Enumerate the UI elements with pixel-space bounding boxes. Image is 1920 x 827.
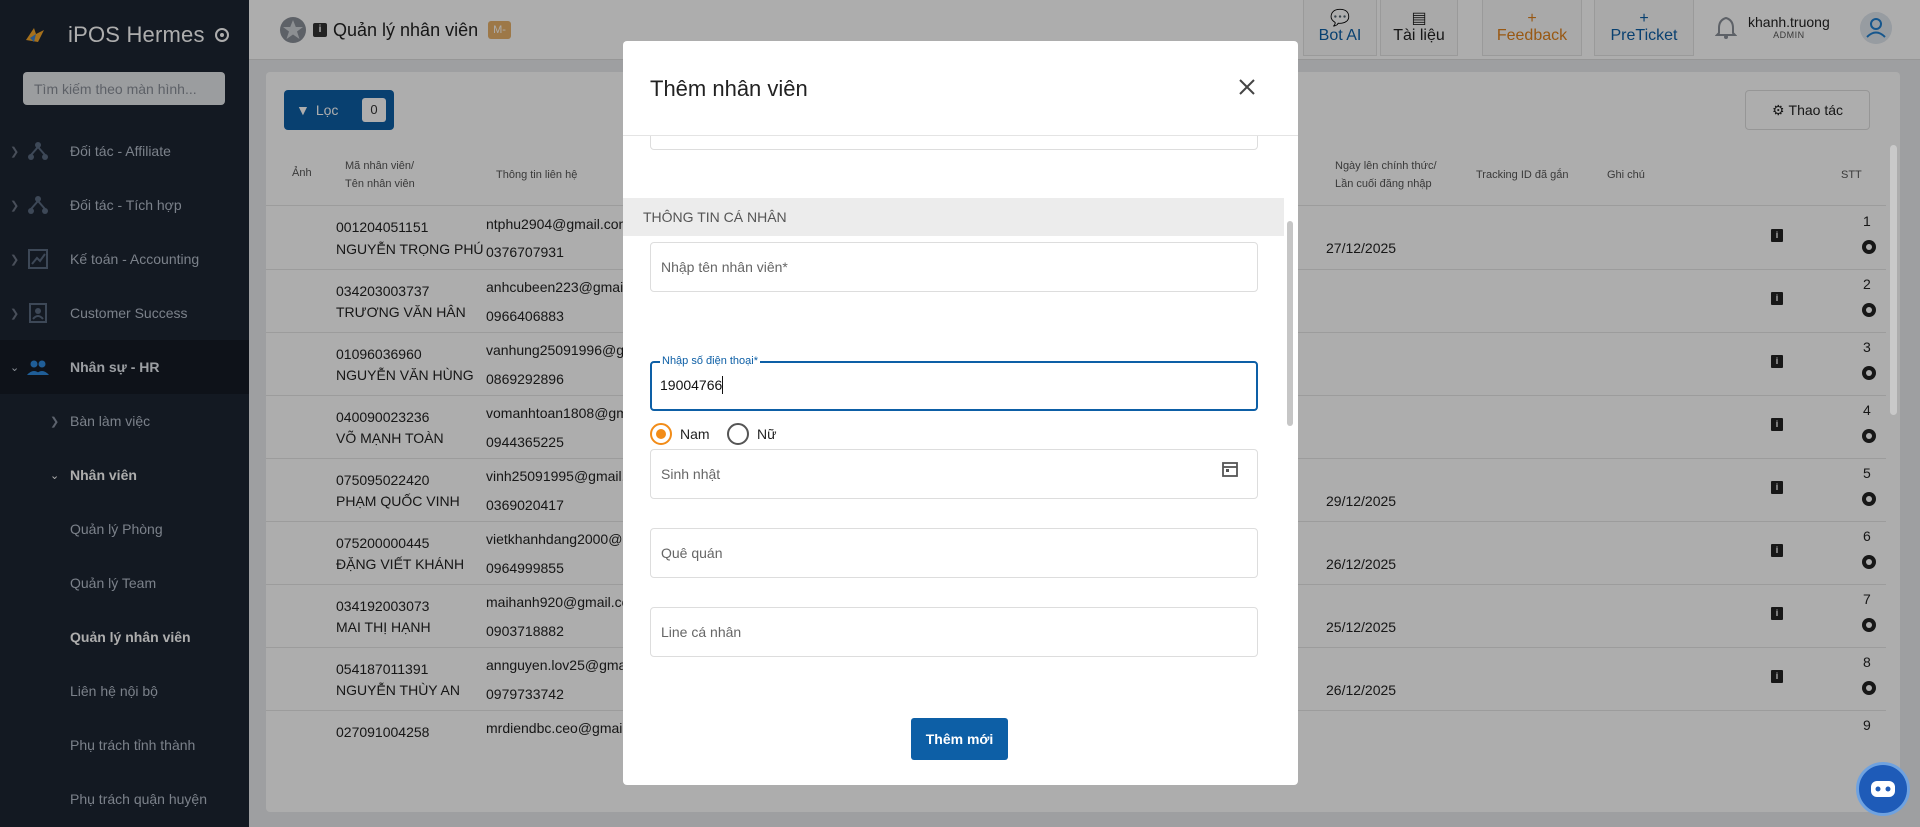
section-personal-info: THÔNG TIN CÁ NHÂN [623,198,1284,236]
line-id-input[interactable]: Line cá nhân [650,607,1258,657]
page-scrollbar[interactable] [1890,145,1897,415]
phone-label: Nhập số điện thoại* [660,355,761,367]
modal-title: Thêm nhân viên [650,76,808,101]
gender-male-radio[interactable]: Nam [650,423,710,445]
hometown-input[interactable]: Quê quán [650,528,1258,578]
text-cursor [722,376,723,394]
employee-name-placeholder: Nhập tên nhân viên* [661,259,788,275]
birthday-input[interactable]: Sinh nhật [650,449,1258,499]
gender-female-label: Nữ [757,426,777,442]
gender-male-label: Nam [680,426,710,442]
radio-empty-icon [727,423,749,445]
add-employee-modal: Thêm nhân viên THÔNG TIN CÁ NHÂN Nhập tê… [623,41,1298,785]
robot-icon [1871,781,1895,797]
radio-selected-icon [650,423,672,445]
phone-value: 19004766 [660,377,723,393]
birthday-placeholder: Sinh nhật [661,466,721,482]
hometown-placeholder: Quê quán [661,545,723,561]
employee-name-input[interactable]: Nhập tên nhân viên* [650,242,1258,292]
modal-body: THÔNG TIN CÁ NHÂN Nhập tên nhân viên* Nh… [623,135,1298,691]
close-icon[interactable] [1235,75,1259,99]
previous-field[interactable] [650,136,1258,150]
calendar-icon[interactable] [1221,460,1239,478]
modal-scrollbar[interactable] [1287,221,1293,426]
chatbot-button[interactable] [1856,762,1910,816]
add-new-button[interactable]: Thêm mới [911,718,1008,760]
gender-female-radio[interactable]: Nữ [727,423,776,445]
line-id-placeholder: Line cá nhân [661,624,742,640]
phone-input[interactable]: Nhập số điện thoại* 19004766 [650,355,1258,411]
